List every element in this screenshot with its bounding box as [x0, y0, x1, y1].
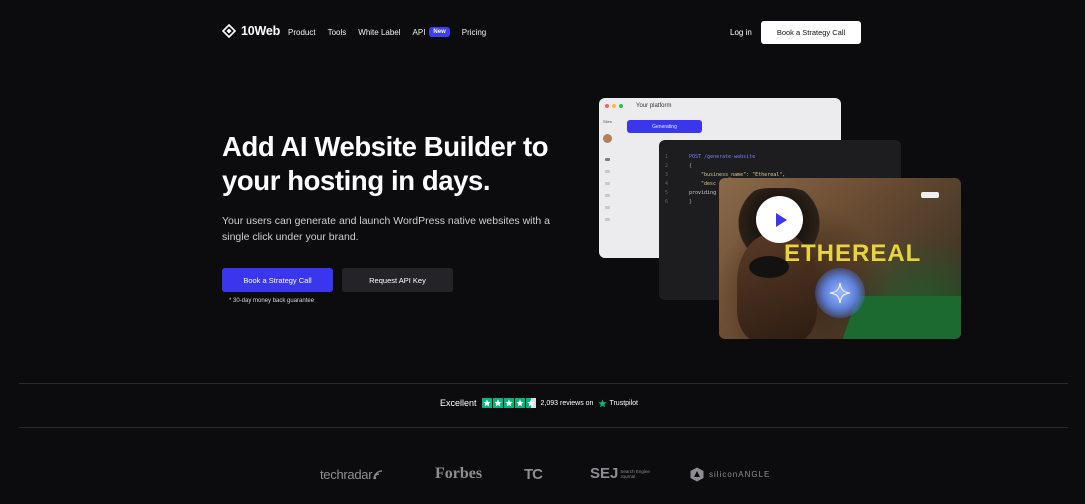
- forbes-logo: Forbes: [435, 465, 483, 482]
- generating-indicator: Generating: [627, 120, 702, 133]
- hero-title: Add AI Website Builder to your hosting i…: [222, 131, 549, 196]
- hero-subtitle: Your users can generate and launch WordP…: [222, 215, 551, 243]
- techcrunch-logo: TC: [524, 466, 543, 483]
- sidebar-icon: [605, 206, 610, 209]
- play-icon: [775, 212, 787, 227]
- portrait-glasses: [749, 256, 789, 278]
- code-line-number: 6: [665, 199, 669, 205]
- code-line: providing a: [689, 190, 723, 196]
- siliconangle-text: siliconANGLE: [709, 470, 771, 479]
- nav-links: Product Tools White Label API New Pricin…: [288, 27, 486, 37]
- platform-title: Your platform: [636, 103, 672, 109]
- rating-label: Excellent: [440, 398, 477, 408]
- sparkle-icon: [829, 282, 851, 304]
- sidebar-icon: [605, 182, 610, 185]
- sidebar-icon: [605, 170, 610, 173]
- code-line-number: 3: [665, 172, 669, 178]
- sidebar-icon: [605, 158, 610, 161]
- press-logos: techradar Forbes TC SEJ Search Engine Jo…: [0, 463, 1085, 487]
- trustpilot-name: Trustpilot: [609, 399, 638, 407]
- nav-link-tools[interactable]: Tools: [328, 28, 347, 37]
- sidebar-icon: [605, 218, 610, 221]
- star-icon: [492, 398, 503, 408]
- close-dot-icon: [605, 104, 609, 108]
- guarantee-note: * 30-day money back guarantee: [229, 298, 315, 304]
- request-api-key-button[interactable]: Request API Key: [342, 268, 453, 292]
- review-count: 2,093 reviews on: [540, 399, 594, 407]
- avatar: [603, 134, 612, 143]
- nav-link-pricing[interactable]: Pricing: [462, 28, 486, 37]
- platform-sidebar-label: Sites: [603, 119, 612, 124]
- logo-icon: [222, 24, 236, 38]
- nav-link-api-wrap[interactable]: API New: [413, 27, 450, 37]
- sidebar-icon: [605, 194, 610, 197]
- nav-book-call-button[interactable]: Book a Strategy Call: [761, 21, 861, 44]
- trustpilot-star-icon: [598, 398, 608, 407]
- divider-bottom: [19, 427, 1068, 428]
- video-preview[interactable]: ETHEREAL: [719, 178, 961, 339]
- play-button[interactable]: [756, 196, 803, 243]
- sej-subtitle-line-2: Journal: [620, 473, 636, 479]
- new-badge: New: [429, 27, 450, 37]
- divider-top: [19, 383, 1068, 384]
- rating-stars: [481, 398, 536, 408]
- sej-subtitle: Search Engine Journal: [620, 469, 650, 479]
- platform-sidebar: Sites: [599, 114, 617, 258]
- code-line-number: 1: [665, 154, 669, 160]
- star-icon: [503, 398, 514, 408]
- minimize-dot-icon: [612, 104, 616, 108]
- code-line: "desc: [701, 181, 717, 187]
- trustpilot-logo: Trustpilot: [598, 398, 638, 408]
- book-strategy-call-button[interactable]: Book a Strategy Call: [222, 268, 333, 292]
- techradar-logo: techradar: [320, 467, 383, 482]
- half-star-icon: [525, 398, 536, 408]
- top-navigation: 10Web Product Tools White Label API New …: [0, 0, 1085, 64]
- siliconangle-logo: siliconANGLE: [690, 467, 770, 482]
- video-title: ETHEREAL: [784, 240, 922, 267]
- nav-link-white-label[interactable]: White Label: [358, 28, 400, 37]
- techradar-text: techradar: [320, 467, 373, 482]
- code-line: }: [689, 199, 693, 205]
- window-bar: Your platform: [599, 98, 841, 114]
- nav-link-product[interactable]: Product: [288, 28, 316, 37]
- trustpilot-rating[interactable]: Excellent 2,093 reviews on Trustpilot: [440, 398, 638, 408]
- code-line-number: 5: [665, 190, 669, 196]
- sej-logo: SEJ Search Engine Journal: [590, 465, 650, 482]
- code-line: POST /generate-website: [689, 154, 756, 160]
- logo-text: 10Web: [241, 24, 281, 38]
- code-line-number: 4: [665, 181, 669, 187]
- sej-text: SEJ: [590, 465, 619, 482]
- siliconangle-icon: [690, 467, 704, 482]
- radar-icon: [373, 469, 383, 479]
- preview-menu-button: [921, 192, 939, 198]
- code-line-number: 2: [665, 163, 669, 169]
- logo[interactable]: 10Web: [222, 24, 280, 38]
- nav-link-api[interactable]: API: [413, 28, 426, 37]
- star-icon: [481, 398, 492, 408]
- star-icon: [514, 398, 525, 408]
- maximize-dot-icon: [619, 104, 623, 108]
- login-link[interactable]: Log in: [730, 28, 752, 37]
- code-line: {: [689, 163, 693, 169]
